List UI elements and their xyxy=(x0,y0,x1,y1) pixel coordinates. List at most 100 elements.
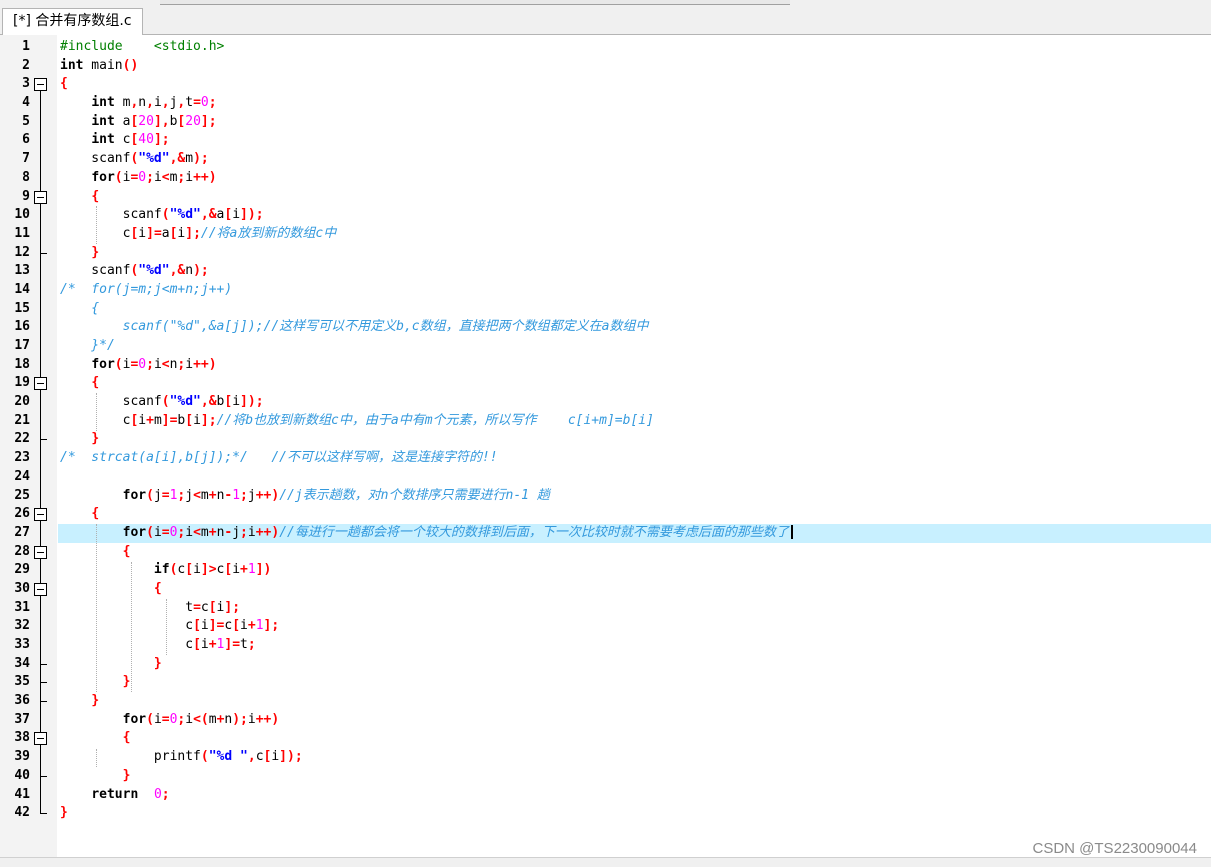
code-text[interactable]: for(i=0;i<(m+n);i++) xyxy=(60,711,280,730)
code-editor[interactable]: 1 #include <stdio.h> 2 int main() 3{4 int m,… xyxy=(0,35,1211,857)
code-line[interactable]: 13 scanf("%d",&n); xyxy=(0,262,1211,281)
code-text[interactable]: c[i]=c[i+1]; xyxy=(60,617,279,636)
code-line[interactable]: 42} xyxy=(0,804,1211,823)
code-line[interactable]: 22 } xyxy=(0,430,1211,450)
code-line[interactable]: 19 { xyxy=(0,374,1211,394)
code-text[interactable]: int main() xyxy=(60,57,138,76)
code-line[interactable]: 10 scanf("%d",&a[i]); xyxy=(0,206,1211,225)
code-line[interactable]: 3{ xyxy=(0,75,1211,95)
code-line[interactable]: 21 c[i+m]=b[i];//将b也放到新数组c中，由于a中有m个元素，所以… xyxy=(0,411,1211,431)
code-line[interactable]: 40 } xyxy=(0,766,1211,786)
code-line[interactable]: 28 { xyxy=(0,542,1211,562)
code-line[interactable]: 27 for(i=0;i<m+n-j;i++)//每进行一趟都会将一个较大的数排… xyxy=(0,523,1211,543)
file-tab[interactable]: [*] 合并有序数组.c xyxy=(2,8,143,35)
code-line[interactable]: 15 { xyxy=(0,299,1211,319)
code-line[interactable]: 9 { xyxy=(0,187,1211,207)
code-text[interactable]: } xyxy=(60,692,99,711)
fold-toggle-icon[interactable] xyxy=(33,542,49,562)
code-text[interactable]: c[i]=a[i];//将a放到新的数组c中 xyxy=(60,225,337,244)
code-text[interactable]: { xyxy=(60,374,99,393)
line-number: 30 xyxy=(14,580,30,596)
fold-line xyxy=(33,449,49,468)
fold-toggle-icon[interactable] xyxy=(33,374,49,394)
code-line[interactable]: 30 { xyxy=(0,579,1211,599)
line-number: 22 xyxy=(14,431,30,447)
code-line[interactable]: 25 for(j=1;j<m+n-1;j++)//j表示趟数，对n个数排序只需要… xyxy=(0,486,1211,506)
code-line[interactable]: 8 for(i=0;i<m;i++) xyxy=(0,168,1211,188)
fold-toggle-icon[interactable] xyxy=(33,505,49,524)
fold-line xyxy=(33,318,49,337)
code-text[interactable]: t=c[i]; xyxy=(60,599,240,618)
code-text[interactable]: } xyxy=(60,655,162,674)
fold-toggle-icon[interactable] xyxy=(33,75,49,95)
watermark: CSDN @TS2230090044 xyxy=(1032,840,1198,857)
code-text[interactable]: scanf("%d",&n); xyxy=(60,262,208,281)
code-text[interactable]: } xyxy=(60,804,68,823)
code-line[interactable]: 7 scanf("%d",&m); xyxy=(0,150,1211,169)
code-line[interactable]: 1 #include <stdio.h> xyxy=(0,38,1211,57)
code-line[interactable]: 2 int main() xyxy=(0,57,1211,76)
code-text[interactable]: c[i+1]=t; xyxy=(60,636,255,655)
indent-guide xyxy=(96,206,97,244)
fold-toggle-icon[interactable] xyxy=(33,579,49,599)
code-line[interactable]: 32 c[i]=c[i+1]; xyxy=(0,617,1211,636)
code-line[interactable]: 31 t=c[i]; xyxy=(0,598,1211,618)
code-text[interactable]: { xyxy=(60,505,99,524)
code-text[interactable]: /* strcat(a[i],b[j]);*/ //不可以这样写啊，这是连接字符… xyxy=(60,449,498,468)
code-text[interactable]: scanf("%d",&a[j]);//这样写可以不用定义b,c数组，直接把两个… xyxy=(60,318,649,337)
code-text[interactable]: { xyxy=(60,729,131,748)
code-text[interactable]: for(i=0;i<m;i++) xyxy=(60,169,216,188)
code-text[interactable]: { xyxy=(60,300,99,319)
code-text[interactable]: { xyxy=(60,188,99,207)
code-line[interactable]: 14 /* for(j=m;j<m+n;j++) xyxy=(0,280,1211,300)
code-text[interactable]: return 0; xyxy=(60,786,169,805)
code-line[interactable]: 5 int a[20],b[20]; xyxy=(0,112,1211,132)
code-text[interactable]: scanf("%d",&m); xyxy=(60,150,208,169)
fold-line xyxy=(33,523,49,543)
code-text[interactable]: for(i=0;i<n;i++) xyxy=(60,356,216,375)
code-line[interactable]: 34 } xyxy=(0,654,1211,674)
code-text[interactable]: int c[40]; xyxy=(60,131,169,150)
code-line[interactable]: 38 { xyxy=(0,729,1211,749)
code-text[interactable]: c[i+m]=b[i];//将b也放到新数组c中，由于a中有m个元素，所以写作 … xyxy=(60,412,654,431)
code-line[interactable]: 35 } xyxy=(0,673,1211,693)
code-text[interactable]: /* for(j=m;j<m+n;j++) xyxy=(60,281,232,300)
code-text[interactable]: }*/ xyxy=(60,337,115,356)
line-number: 20 xyxy=(14,394,30,410)
code-line[interactable]: 41 return 0; xyxy=(0,785,1211,805)
code-line[interactable]: 17 }*/ xyxy=(0,337,1211,356)
code-line[interactable]: 11 c[i]=a[i];//将a放到新的数组c中 xyxy=(0,224,1211,244)
code-text[interactable]: } xyxy=(60,767,131,786)
code-text[interactable]: } xyxy=(60,430,99,449)
fold-toggle-icon[interactable] xyxy=(33,187,49,207)
line-number: 38 xyxy=(14,730,30,746)
code-text[interactable]: scanf("%d",&b[i]); xyxy=(60,393,264,412)
code-line[interactable]: 20 scanf("%d",&b[i]); xyxy=(0,393,1211,412)
code-line[interactable]: 24 xyxy=(0,467,1211,487)
code-line[interactable]: 6 int c[40]; xyxy=(0,131,1211,151)
code-text[interactable]: { xyxy=(60,580,162,599)
code-text[interactable]: for(j=1;j<m+n-1;j++)//j表示趟数，对n个数排序只需要进行n… xyxy=(60,487,550,506)
code-line[interactable]: 16 scanf("%d",&a[j]);//这样写可以不用定义b,c数组，直接… xyxy=(0,318,1211,337)
code-line[interactable]: 26 { xyxy=(0,505,1211,524)
code-line[interactable]: 39 printf("%d ",c[i]); xyxy=(0,748,1211,767)
code-line[interactable]: 18 for(i=0;i<n;i++) xyxy=(0,355,1211,375)
code-line[interactable]: 23 /* strcat(a[i],b[j]);*/ //不可以这样写啊，这是连接… xyxy=(0,449,1211,468)
code-line[interactable]: 36 } xyxy=(0,692,1211,711)
code-text[interactable]: if(c[i]>c[i+1]) xyxy=(60,561,271,580)
fold-toggle-icon[interactable] xyxy=(33,729,49,749)
code-line[interactable]: 29 if(c[i]>c[i+1]) xyxy=(0,561,1211,580)
fold-line xyxy=(33,337,49,356)
indent-guide xyxy=(96,524,97,693)
code-line[interactable]: 12 } xyxy=(0,243,1211,263)
code-text[interactable]: #include <stdio.h> xyxy=(60,38,224,57)
code-text[interactable]: { xyxy=(60,75,68,94)
code-text[interactable]: int m,n,i,j,t=0; xyxy=(60,94,216,113)
code-text[interactable]: int a[20],b[20]; xyxy=(60,113,216,132)
code-text[interactable]: scanf("%d",&a[i]); xyxy=(60,206,264,225)
code-line[interactable]: 4 int m,n,i,j,t=0; xyxy=(0,94,1211,113)
code-line[interactable]: 33 c[i+1]=t; xyxy=(0,636,1211,655)
code-text[interactable]: for(i=0;i<m+n-j;i++)//每进行一趟都会将一个较大的数排到后面… xyxy=(60,524,793,543)
code-line[interactable]: 37 for(i=0;i<(m+n);i++) xyxy=(0,710,1211,730)
code-text[interactable]: } xyxy=(60,244,99,263)
